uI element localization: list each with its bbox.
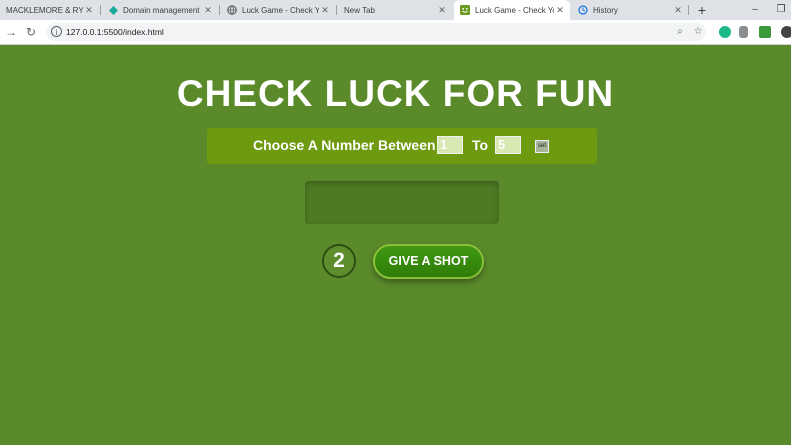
tab-title: Domain management |	[123, 5, 202, 15]
tab-separator	[688, 5, 689, 15]
reload-icon[interactable]: ↻	[23, 24, 39, 40]
extension-icon[interactable]	[759, 26, 771, 38]
star-icon[interactable]: ☆	[690, 24, 706, 40]
url-text: 127.0.0.1:5500/index.html	[66, 27, 164, 37]
zoom-icon[interactable]: ⌕	[672, 24, 688, 40]
tab-luck-game[interactable]: Luck Game - Check You ✕	[221, 0, 335, 20]
close-icon[interactable]: ✕	[436, 5, 448, 16]
close-icon[interactable]: ✕	[672, 5, 684, 16]
tries-counter: 2	[322, 244, 356, 278]
restore-button[interactable]: ❐	[773, 2, 789, 18]
range-to-label: To	[472, 137, 489, 153]
range-min-input[interactable]: 1	[437, 136, 463, 154]
tab-title: History	[593, 5, 618, 15]
tab-new-tab[interactable]: New Tab ✕	[338, 0, 452, 20]
tab-history[interactable]: History ✕	[572, 0, 688, 20]
tab-domain-management[interactable]: Domain management | ✕	[102, 0, 218, 20]
smiley-icon	[460, 5, 470, 15]
history-icon	[578, 5, 588, 15]
tab-title: Luck Game - Check You	[242, 5, 319, 15]
give-a-shot-button[interactable]: GIVE A SHOT	[373, 244, 484, 279]
tab-macklemore[interactable]: MACKLEMORE & RYAN ✕	[0, 0, 99, 20]
guess-input[interactable]	[305, 181, 499, 224]
range-selector: Choose A Number Between 1 To 5 set	[207, 128, 597, 164]
minimize-button[interactable]: –	[747, 2, 763, 18]
address-bar[interactable]: i 127.0.0.1:5500/index.html ⌕ ☆	[46, 23, 706, 41]
diamond-icon	[108, 5, 118, 15]
tab-strip: MACKLEMORE & RYAN ✕ Domain management | …	[0, 0, 791, 20]
forward-icon[interactable]: →	[3, 24, 19, 40]
close-icon[interactable]: ✕	[554, 5, 566, 16]
grammarly-icon[interactable]	[719, 26, 731, 38]
globe-icon	[227, 5, 237, 15]
tab-separator	[219, 5, 220, 15]
range-max-input[interactable]: 5	[495, 136, 521, 154]
close-icon[interactable]: ✕	[83, 5, 95, 16]
close-icon[interactable]: ✕	[202, 5, 214, 16]
tab-title: New Tab	[344, 5, 375, 15]
info-icon[interactable]: i	[51, 26, 62, 37]
tab-separator	[100, 5, 101, 15]
tab-title: Luck Game - Check You	[475, 5, 554, 15]
tab-luck-game-active[interactable]: Luck Game - Check You ✕	[454, 0, 570, 20]
set-button[interactable]: set	[535, 140, 549, 153]
tab-title: MACKLEMORE & RYAN	[6, 5, 83, 15]
range-label: Choose A Number Between	[253, 137, 436, 153]
microphone-icon[interactable]	[739, 26, 748, 38]
page-content: CHECK LUCK FOR FUN Choose A Number Betwe…	[0, 45, 791, 445]
new-tab-button[interactable]: +	[694, 2, 710, 18]
toolbar: → ↻ i 127.0.0.1:5500/index.html ⌕ ☆	[0, 20, 791, 45]
close-icon[interactable]: ✕	[319, 5, 331, 16]
tab-separator	[336, 5, 337, 15]
avatar[interactable]	[781, 26, 791, 38]
page-title: CHECK LUCK FOR FUN	[176, 73, 615, 114]
